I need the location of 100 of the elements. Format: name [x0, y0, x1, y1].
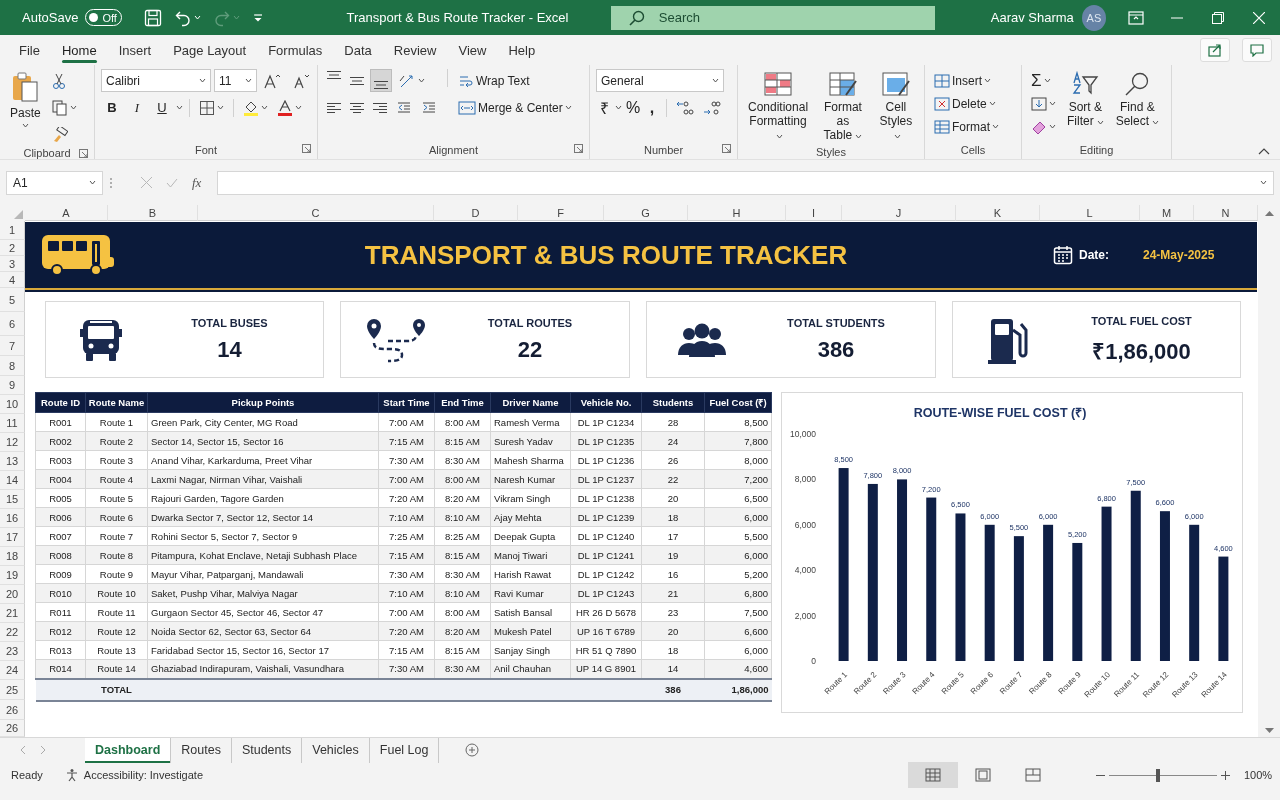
paste-button[interactable]: Paste: [6, 69, 45, 146]
brush-icon: [51, 126, 68, 143]
zoom-level[interactable]: 100%: [1244, 769, 1280, 781]
table-cell: Ramesh Verma: [490, 412, 571, 432]
user-name[interactable]: Aarav Sharma: [990, 10, 1074, 25]
status-text: Ready: [11, 769, 43, 781]
caret-icon: [194, 15, 202, 20]
table-cell: 26: [641, 450, 705, 470]
comma-style-button[interactable]: ,: [644, 96, 660, 119]
percent-button[interactable]: %: [625, 96, 641, 119]
kpi-label: TOTAL ROUTES: [487, 316, 573, 329]
delete-cells-button[interactable]: Delete: [931, 92, 1002, 115]
ribbon-tab[interactable]: Help: [497, 35, 547, 65]
formula-field[interactable]: [217, 170, 1274, 195]
comments-button[interactable]: [1242, 38, 1272, 62]
font-name-field[interactable]: Calibri: [101, 69, 211, 92]
close-icon: [1253, 11, 1266, 24]
caret-icon: [21, 123, 29, 128]
search-field[interactable]: Search: [610, 5, 935, 30]
bold-button[interactable]: B: [101, 96, 123, 119]
insert-cells-icon: [934, 72, 950, 89]
number-format-field[interactable]: General: [596, 69, 724, 92]
table-cell: Mahesh Sharma: [490, 450, 571, 470]
scroll-up-icon[interactable]: [1264, 210, 1274, 216]
slider-thumb[interactable]: [1155, 768, 1160, 782]
format-cells-button[interactable]: Format: [931, 115, 1002, 138]
ribbon-tab[interactable]: Review: [382, 35, 448, 65]
table-cell: HR 26 D 5678: [570, 602, 642, 622]
conditional-formatting-button[interactable]: Conditional Formatting: [744, 69, 813, 144]
search-icon: [628, 9, 645, 26]
kpi-label: TOTAL STUDENTS: [787, 316, 885, 329]
kpi-value: ₹1,86,000: [1092, 337, 1191, 365]
people-icon: [676, 322, 728, 357]
dialog-launcher-icon[interactable]: [302, 144, 311, 153]
caret-icon: [1260, 180, 1267, 185]
italic-button[interactable]: I: [126, 96, 148, 119]
table-cell: Route 5: [85, 488, 148, 508]
caret-icon: [992, 124, 999, 129]
collapse-ribbon-icon[interactable]: [1258, 148, 1270, 155]
sheet-tab[interactable]: Dashboard: [85, 737, 172, 763]
find-select-button[interactable]: Find & Select: [1111, 69, 1164, 141]
font-size-field[interactable]: 11: [214, 69, 257, 92]
ribbon-tab[interactable]: Formulas: [257, 35, 334, 65]
currency-button[interactable]: ₹: [596, 96, 612, 119]
fill-down-icon: [1031, 95, 1047, 112]
table-cell: R005: [35, 488, 86, 508]
ribbon-tab[interactable]: Insert: [107, 35, 163, 65]
total-cell: 386: [641, 678, 705, 701]
group-label: Cells: [960, 144, 986, 156]
view-button[interactable]: [908, 762, 958, 788]
group-label: Number: [643, 144, 684, 156]
cell-styles-button[interactable]: Cell Styles: [873, 69, 918, 144]
insert-cells-button[interactable]: Insert: [931, 69, 1002, 92]
dialog-launcher-icon[interactable]: [79, 149, 88, 158]
wrap-text-button[interactable]: Wrap Text: [455, 69, 575, 92]
caret-icon: [261, 105, 268, 110]
accessibility-button[interactable]: Accessibility: Investigate: [64, 768, 203, 782]
format-as-table-button[interactable]: Format as Table: [816, 69, 870, 144]
zoom-in-icon[interactable]: [1221, 770, 1230, 780]
share-button[interactable]: [1200, 38, 1230, 62]
column-heading: Pickup Points: [147, 392, 379, 413]
table-cell: Route 11: [85, 602, 148, 622]
axis-tick-label: 6,000: [794, 519, 816, 530]
ribbon-tab[interactable]: File: [8, 35, 51, 65]
name-box[interactable]: A1: [6, 170, 103, 195]
axis-tick-label: 2,000: [794, 610, 816, 621]
underline-button[interactable]: U: [151, 96, 173, 119]
table-cell: Gurgaon Sector 45, Sector 46, Sector 47: [147, 602, 379, 622]
sort-filter-button[interactable]: Sort & Filter: [1063, 69, 1108, 141]
table-cell: DL 1P C1242: [570, 564, 642, 584]
date-label: Date:: [1079, 248, 1109, 262]
caret-icon: [1049, 124, 1056, 129]
table-cell: 6,000: [704, 640, 772, 660]
ribbon-tab[interactable]: Page Layout: [162, 35, 258, 65]
caret-icon: [1049, 101, 1056, 106]
table-cell: 8:00 AM: [434, 412, 491, 432]
format-as-table-icon: [827, 71, 858, 97]
dialog-launcher-icon[interactable]: [722, 144, 731, 153]
column-heading: Driver Name: [490, 392, 571, 413]
table-cell: 7:30 AM: [378, 564, 435, 584]
column-heading: Vehicle No.: [570, 392, 642, 413]
ribbon-tab[interactable]: View: [447, 35, 498, 65]
column-heading: Start Time: [378, 392, 435, 413]
insert-function-button[interactable]: fx: [192, 174, 202, 191]
table-cell: Sanjay Singh: [490, 640, 571, 660]
table-cell: R013: [35, 640, 86, 660]
add-sheet-icon[interactable]: [465, 743, 480, 757]
autosum-button[interactable]: Σ: [1028, 69, 1059, 92]
table-cell: Route 1: [85, 412, 148, 432]
table-cell: Route 7: [85, 526, 148, 546]
align-left-icon: [327, 102, 341, 113]
scroll-down-icon[interactable]: [1264, 728, 1274, 734]
align-bottom-button[interactable]: [370, 69, 392, 92]
table-cell: 7:30 AM: [378, 450, 435, 470]
merge-center-button[interactable]: Merge & Center: [455, 96, 575, 119]
total-cell: 1,86,000: [704, 678, 772, 701]
dialog-launcher-icon[interactable]: [574, 144, 583, 153]
ribbon-tab[interactable]: Home: [50, 35, 108, 65]
ribbon-tab[interactable]: Data: [333, 35, 383, 65]
table-cell: 5,200: [704, 564, 772, 584]
